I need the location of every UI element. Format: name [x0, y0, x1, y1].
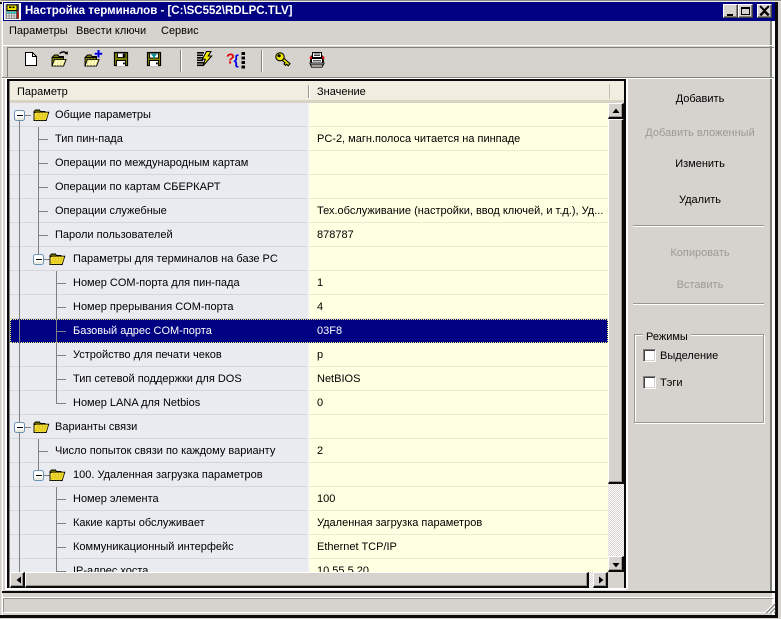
svg-text:{: { [234, 52, 240, 68]
